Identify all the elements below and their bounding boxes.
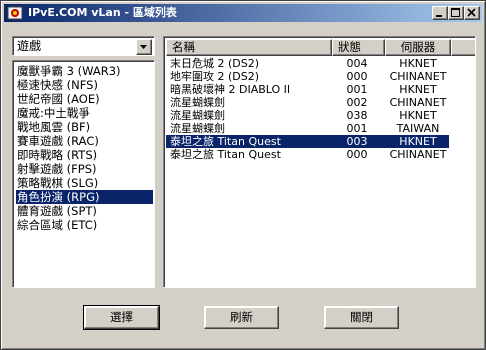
- zone-status-cell: 003: [346, 135, 368, 148]
- column-header-server[interactable]: 伺服器: [385, 39, 451, 56]
- genre-item[interactable]: 射擊遊戲 (FPS): [16, 162, 96, 176]
- genre-item[interactable]: 世紀帝國 (AOE): [16, 92, 100, 106]
- table-row[interactable]: 地牢圍攻 2 (DS2) 000 CHINANET: [166, 70, 449, 83]
- ipve-app-icon: [7, 5, 23, 21]
- zone-status-cell: 038: [346, 109, 368, 122]
- app-window: IPvE.COM vLan - 區域列表 遊戲 魔獸爭霸 3 (WAR3) 極速…: [0, 0, 486, 350]
- zone-status-cell: 001: [346, 83, 368, 96]
- zone-name-cell: 泰坦之旅 Titan Quest: [170, 148, 281, 161]
- close-window-button[interactable]: [464, 6, 480, 20]
- table-row[interactable]: 流星蝴蝶劍 002 CHINANET: [166, 96, 449, 109]
- genre-item[interactable]: 極速快感 (NFS): [16, 78, 98, 92]
- zone-name-cell: 地牢圍攻 2 (DS2): [170, 70, 260, 83]
- close-button[interactable]: 關閉: [324, 306, 399, 329]
- zone-status-cell: 001: [346, 122, 368, 135]
- zone-status-cell: 000: [346, 148, 368, 161]
- refresh-button[interactable]: 刷新: [204, 306, 279, 329]
- zone-server-cell: HKNET: [399, 135, 437, 148]
- genre-item[interactable]: 賽車遊戲 (RAC): [16, 134, 99, 148]
- select-button[interactable]: 選擇: [83, 305, 160, 330]
- genre-item[interactable]: 魔獸爭霸 3 (WAR3): [16, 64, 121, 78]
- zone-table[interactable]: 名稱 狀態 伺服器 末日危城 2 (DS2) 004 HKNET 地牢圍攻 2 …: [163, 36, 476, 288]
- zone-status-cell: 002: [346, 96, 368, 109]
- zone-status-cell: 000: [346, 70, 368, 83]
- zone-server-cell: CHINANET: [389, 96, 447, 109]
- zone-status-cell: 004: [346, 57, 368, 70]
- zone-name-cell: 流星蝴蝶劍: [170, 109, 225, 122]
- zone-server-cell: CHINANET: [389, 70, 447, 83]
- zone-server-cell: TAIWAN: [396, 122, 440, 135]
- zone-name-cell: 泰坦之旅 Titan Quest: [170, 135, 281, 148]
- column-header-name[interactable]: 名稱: [166, 39, 332, 56]
- maximize-button[interactable]: [448, 6, 464, 20]
- table-row[interactable]: 泰坦之旅 Titan Quest 000 CHINANET: [166, 148, 449, 161]
- dropdown-arrow-button[interactable]: [136, 39, 152, 55]
- genre-list[interactable]: 魔獸爭霸 3 (WAR3) 極速快感 (NFS) 世紀帝國 (AOE) 魔戒:中…: [12, 60, 155, 288]
- table-row[interactable]: 流星蝴蝶劍 001 TAIWAN: [166, 122, 449, 135]
- genre-item[interactable]: 魔戒:中土戰爭: [16, 106, 90, 120]
- table-row-selected[interactable]: 泰坦之旅 Titan Quest 003 HKNET: [166, 135, 449, 148]
- column-header-filler: [451, 39, 475, 56]
- zone-server-cell: HKNET: [399, 57, 437, 70]
- category-dropdown-value: 遊戲: [17, 39, 42, 53]
- genre-item[interactable]: 綜合區域 (ETC): [16, 218, 97, 232]
- zone-server-cell: HKNET: [399, 83, 437, 96]
- column-header-status[interactable]: 狀態: [332, 39, 385, 56]
- zone-name-cell: 流星蝴蝶劍: [170, 122, 225, 135]
- zone-server-cell: HKNET: [399, 109, 437, 122]
- zone-name-cell: 流星蝴蝶劍: [170, 96, 225, 109]
- genre-item[interactable]: 策略戰棋 (SLG): [16, 176, 98, 190]
- table-row[interactable]: 暗黑破壞神 2 DIABLO II 001 HKNET: [166, 83, 449, 96]
- genre-item[interactable]: 體育遊戲 (SPT): [16, 204, 97, 218]
- zone-server-cell: CHINANET: [389, 148, 447, 161]
- zone-name-cell: 暗黑破壞神 2 DIABLO II: [170, 83, 291, 96]
- table-row[interactable]: 流星蝴蝶劍 038 HKNET: [166, 109, 449, 122]
- genre-item[interactable]: 戰地風雲 (BF): [16, 120, 90, 134]
- window-title: IPvE.COM vLan - 區域列表: [28, 6, 177, 19]
- category-dropdown[interactable]: 遊戲: [12, 36, 155, 56]
- minimize-button[interactable]: [432, 6, 448, 20]
- genre-item-selected[interactable]: 角色扮演 (RPG): [16, 190, 153, 204]
- zone-name-cell: 末日危城 2 (DS2): [170, 57, 260, 70]
- chevron-down-icon: [140, 45, 147, 49]
- genre-item[interactable]: 即時戰略 (RTS): [16, 148, 97, 162]
- table-row[interactable]: 末日危城 2 (DS2) 004 HKNET: [166, 57, 449, 70]
- title-bar[interactable]: IPvE.COM vLan - 區域列表: [4, 4, 482, 22]
- close-icon: [467, 8, 476, 17]
